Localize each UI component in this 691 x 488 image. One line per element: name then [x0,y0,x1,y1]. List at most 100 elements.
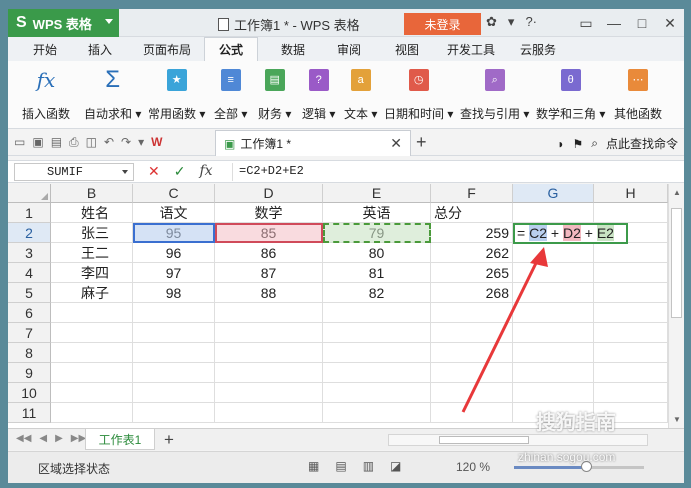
cell[interactable] [513,243,594,263]
cell[interactable] [215,403,323,423]
confirm-icon[interactable]: ✓ [174,163,186,180]
cell[interactable]: 262 [431,243,513,263]
cell[interactable]: 87 [215,263,323,283]
maximize-icon[interactable]: □ [628,9,656,37]
scroll-thumb[interactable] [671,208,682,318]
cancel-icon[interactable]: ✕ [148,163,160,180]
close-icon[interactable]: ✕ [656,9,684,37]
column-header-C[interactable]: C [133,184,215,203]
cell[interactable]: 姓名 [51,203,133,223]
cell[interactable] [51,363,133,383]
tab-start[interactable]: 开始 [22,37,68,61]
prev-sheet-icon[interactable]: ◀ [39,433,47,444]
cell[interactable]: 96 [133,243,215,263]
cell[interactable] [431,323,513,343]
cell[interactable] [323,303,431,323]
cell[interactable]: 85 [215,223,323,243]
row-header-1[interactable]: 1 [8,203,51,223]
zoom-slider[interactable] [514,461,644,472]
cell[interactable]: 总分 [431,203,513,223]
wps-icon[interactable]: W [151,135,162,150]
row-header-3[interactable]: 3 [8,243,51,263]
tab-page-layout[interactable]: 页面布局 [132,37,202,61]
cell[interactable]: 李四 [51,263,133,283]
other-functions-button[interactable]: ⋯ 其他函数 [614,63,662,122]
column-header-E[interactable]: E [323,184,431,203]
tab-view[interactable]: 视图 [384,37,430,61]
cell[interactable] [215,383,323,403]
shirt-icon[interactable]: ▾ [508,14,515,30]
cell[interactable] [513,363,594,383]
cell[interactable]: 265 [431,263,513,283]
cell[interactable] [513,303,594,323]
cell[interactable] [431,383,513,403]
cell[interactable] [133,363,215,383]
formula-input[interactable]: =C2+D2+E2 [232,163,682,181]
math-trig-button[interactable]: θ 数学和三角 ▾ [536,63,605,122]
horizontal-scroll-thumb[interactable] [439,436,529,444]
scroll-down-icon[interactable]: ▼ [673,415,681,424]
cell[interactable] [594,283,668,303]
cell[interactable] [431,363,513,383]
row-header-5[interactable]: 5 [8,283,51,303]
cell[interactable] [594,263,668,283]
tab-cloud[interactable]: 云服务 [510,37,566,61]
row-header-11[interactable]: 11 [8,403,51,423]
insert-function-button[interactable]: fx 插入函数 [22,63,70,122]
reading-mode-icon[interactable]: ◪ [390,459,401,473]
cell[interactable] [513,383,594,403]
text-button[interactable]: a 文本 ▾ [344,63,377,122]
add-sheet-icon[interactable]: + [164,430,174,450]
cell[interactable] [215,323,323,343]
tab-formula[interactable]: 公式 [204,37,258,61]
help-icon[interactable]: ?· [525,14,537,30]
print-icon[interactable]: ⎙ [69,135,79,150]
close-tab-icon[interactable]: ✕ [390,135,402,152]
cell[interactable]: 麻子 [51,283,133,303]
cell[interactable]: 张三 [51,223,133,243]
lookup-reference-button[interactable]: ⌕ 查找与引用 ▾ [460,63,529,122]
cell[interactable]: 268 [431,283,513,303]
name-box[interactable]: SUMIF [14,163,134,181]
common-functions-button[interactable]: ★ 常用函数 ▾ [148,63,205,122]
cell[interactable] [594,343,668,363]
export-pdf-icon[interactable]: ▤ [51,135,62,150]
cell[interactable] [51,303,133,323]
cell[interactable] [513,203,594,223]
tab-developer[interactable]: 开发工具 [440,37,502,61]
autosum-button[interactable]: Σ 自动求和 ▾ [84,63,141,122]
sheet-tab[interactable]: 工作表1 [85,429,155,450]
minimize-window-icon[interactable]: ▭ [572,9,600,37]
first-sheet-icon[interactable]: ◀◀ [16,433,31,444]
row-header-6[interactable]: 6 [8,303,51,323]
document-tab[interactable]: ▣ 工作簿1 * ✕ [215,130,411,156]
cell[interactable] [594,203,668,223]
cell[interactable] [51,343,133,363]
cell[interactable]: 88 [215,283,323,303]
cell[interactable]: 语文 [133,203,215,223]
login-button[interactable]: 未登录 [404,13,481,35]
cell[interactable] [594,383,668,403]
next-sheet-icon[interactable]: ▶ [55,433,63,444]
open-icon[interactable]: ▭ [14,135,25,150]
customize-icon[interactable]: ▾ [138,135,144,150]
cell[interactable] [594,363,668,383]
page-view-icon[interactable]: ▤ [335,459,346,473]
b-icon[interactable]: ◗ [557,137,564,151]
column-header-B[interactable]: B [51,184,133,203]
cell[interactable]: 95 [133,223,215,243]
cell[interactable] [323,323,431,343]
row-header-10[interactable]: 10 [8,383,51,403]
last-sheet-icon[interactable]: ▶▶ [71,433,86,444]
cell[interactable] [51,383,133,403]
logic-button[interactable]: ? 逻辑 ▾ [302,63,335,122]
cell[interactable]: 82 [323,283,431,303]
app-menu-button[interactable]: S WPS 表格 [8,9,119,37]
horizontal-scrollbar[interactable] [388,434,648,446]
cell[interactable]: 98 [133,283,215,303]
tab-review[interactable]: 审阅 [326,37,372,61]
cell[interactable]: 80 [323,243,431,263]
finance-button[interactable]: ▤ 财务 ▾ [258,63,291,122]
cell[interactable] [323,363,431,383]
flag-icon[interactable]: ⚑ [572,137,583,151]
